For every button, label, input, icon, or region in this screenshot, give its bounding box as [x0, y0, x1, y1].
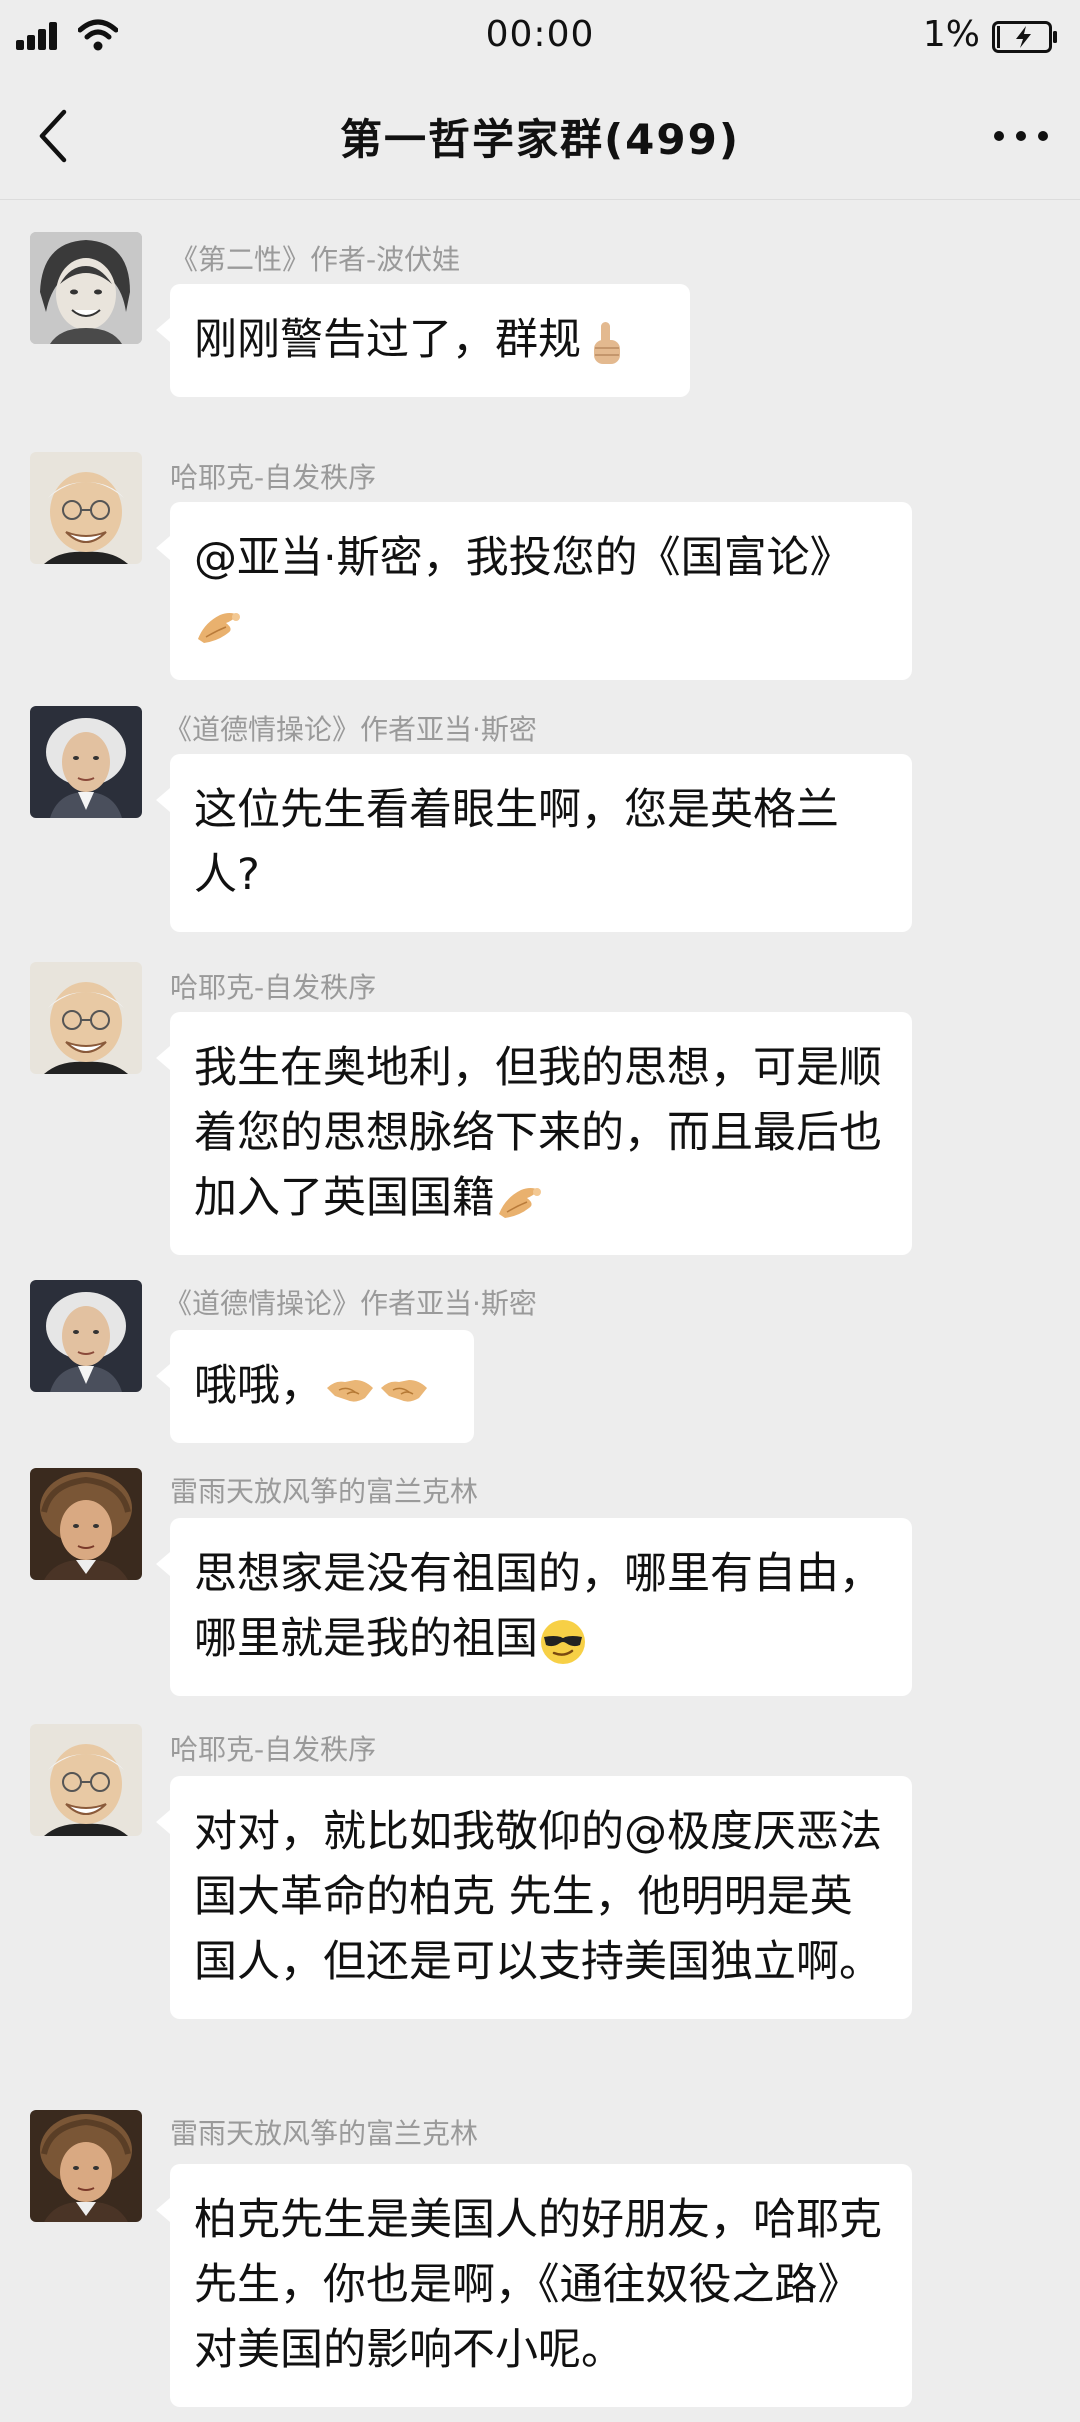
chat-message: 雷雨天放风筝的富兰克林 思想家是没有祖国的，哪里有自由，哪里就是我的祖国	[0, 1468, 1080, 1708]
message-bubble[interactable]: 哦哦，	[156, 1330, 474, 1443]
message-text: 对对，就比如我敬仰的@极度厌恶法国大革命的柏克 先生，他明明是英国人，但还是可以…	[194, 1807, 882, 1987]
message-text: 哦哦，	[194, 1361, 323, 1411]
message-sender: 《道德情操论》作者亚当·斯密	[164, 1287, 537, 1320]
battery-charging-icon	[992, 21, 1057, 53]
chat-message: 哈耶克-自发秩序 对对，就比如我敬仰的@极度厌恶法国大革命的柏克 先生，他明明是…	[0, 1724, 1080, 2104]
more-options-button[interactable]	[986, 108, 1056, 164]
nav-bar: 第一哲学家群(499)	[0, 72, 1080, 200]
pointing-up-icon	[594, 321, 620, 364]
chat-message: 《第二性》作者-波伏娃 刚刚警告过了，群规	[0, 232, 1080, 462]
message-sender: 《道德情操论》作者亚当·斯密	[164, 713, 537, 746]
status-bar: 00:00 1%	[0, 0, 1080, 72]
sunglasses-face-icon	[541, 1619, 585, 1664]
message-text: 这位先生看着眼生啊，您是英格兰人?	[194, 785, 839, 900]
message-bubble[interactable]: 这位先生看着眼生啊，您是英格兰人?	[156, 754, 912, 932]
chat-message: 哈耶克-自发秩序 @亚当·斯密，我投您的《国富论》	[0, 452, 1080, 692]
status-time: 00:00	[485, 14, 595, 55]
message-text: 刚刚警告过了，群规	[194, 315, 581, 365]
avatar-adam-smith[interactable]	[30, 1280, 142, 1392]
message-sender: 哈耶克-自发秩序	[170, 1733, 377, 1766]
avatar-hayek[interactable]	[30, 452, 142, 564]
message-text: @亚当·斯密，我投您的《国富论》	[194, 533, 853, 583]
message-bubble[interactable]: 我生在奥地利，但我的思想，可是顺着您的思想脉络下来的，而且最后也加入了英国国籍	[156, 1012, 912, 1255]
chat-title: 第一哲学家群(499)	[339, 115, 741, 164]
message-bubble[interactable]: 思想家是没有祖国的，哪里有自由，哪里就是我的祖国	[156, 1518, 912, 1696]
pinched-fingers-icon	[499, 1187, 541, 1218]
avatar-hayek[interactable]	[30, 962, 142, 1074]
avatar-hayek[interactable]	[30, 1724, 142, 1836]
chat-message: 《道德情操论》作者亚当·斯密 这位先生看着眼生啊，您是英格兰人?	[0, 706, 1080, 946]
message-sender: 《第二性》作者-波伏娃	[170, 243, 461, 276]
battery-percentage: 1%	[922, 14, 980, 55]
avatar-franklin[interactable]	[30, 1468, 142, 1580]
message-bubble[interactable]: 对对，就比如我敬仰的@极度厌恶法国大革命的柏克 先生，他明明是英国人，但还是可以…	[156, 1776, 912, 2019]
avatar-franklin[interactable]	[30, 2110, 142, 2222]
message-sender: 哈耶克-自发秩序	[170, 461, 377, 494]
pinched-fingers-icon	[198, 612, 240, 643]
message-sender: 雷雨天放风筝的富兰克林	[170, 2117, 479, 2150]
message-bubble[interactable]: 刚刚警告过了，群规	[156, 284, 690, 397]
chat-message: 雷雨天放风筝的富兰克林 柏克先生是美国人的好朋友，哈耶克先生，你也是啊，《通往奴…	[0, 2110, 1080, 2410]
chat-message: 《道德情操论》作者亚当·斯密 哦哦，	[0, 1280, 1080, 1460]
message-bubble[interactable]: @亚当·斯密，我投您的《国富论》	[156, 502, 912, 680]
handshake-icon	[327, 1379, 373, 1402]
message-bubble[interactable]: 柏克先生是美国人的好朋友，哈耶克先生，你也是啊，《通往奴役之路》对美国的影响不小…	[156, 2164, 912, 2407]
avatar-beauvoir[interactable]	[30, 232, 142, 344]
handshake-icon	[381, 1379, 427, 1402]
message-text: 柏克先生是美国人的好朋友，哈耶克先生，你也是啊，《通往奴役之路》对美国的影响不小…	[194, 2195, 882, 2375]
chat-message: 哈耶克-自发秩序 我生在奥地利，但我的思想，可是顺着您的思想脉络下来的，而且最后…	[0, 962, 1080, 1262]
avatar-adam-smith[interactable]	[30, 706, 142, 818]
message-sender: 雷雨天放风筝的富兰克林	[170, 1475, 479, 1508]
message-sender: 哈耶克-自发秩序	[170, 971, 377, 1004]
